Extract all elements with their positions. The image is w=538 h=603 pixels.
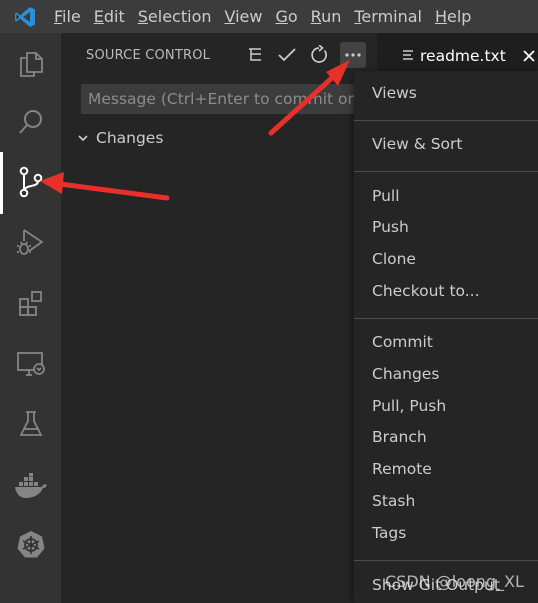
remote-explorer-icon[interactable] [0, 335, 61, 393]
commit-message-input[interactable]: Message (Ctrl+Enter to commit on [81, 84, 377, 114]
menu-separator [354, 120, 538, 121]
menu-separator [354, 560, 538, 561]
chevron-down-icon [78, 135, 88, 142]
kubernetes-icon[interactable] [0, 515, 61, 573]
activity-bar [0, 33, 61, 603]
docker-icon[interactable] [0, 457, 61, 515]
close-icon[interactable] [522, 49, 536, 63]
file-text-icon [403, 49, 413, 60]
menu-go[interactable]: Go [271, 0, 306, 33]
menu-item-push[interactable]: Push [372, 218, 409, 236]
menu-item-commit[interactable]: Commit [372, 333, 433, 351]
menu-separator [354, 171, 538, 172]
menu-item-tags[interactable]: Tags [372, 524, 406, 542]
menu-item-clone[interactable]: Clone [372, 250, 416, 268]
changes-label: Changes [96, 129, 164, 147]
menu-item-pull[interactable]: Pull [372, 187, 400, 205]
tab-label: readme.txt [420, 46, 506, 65]
more-actions-menu: Views View & Sort Pull Push Clone Checko… [354, 71, 538, 603]
menu-item-remote[interactable]: Remote [372, 460, 432, 478]
more-actions-icon[interactable] [340, 42, 366, 68]
menu-item-view-sort[interactable]: View & Sort [372, 135, 463, 153]
source-control-icon[interactable] [0, 153, 61, 211]
vscode-logo-icon [0, 0, 50, 33]
testing-icon[interactable] [0, 395, 61, 453]
commit-check-icon[interactable] [274, 42, 300, 68]
watermark: CSDN @loong_XL [385, 572, 524, 591]
menu-item-branch[interactable]: Branch [372, 428, 427, 446]
menu-item-views[interactable]: Views [372, 84, 417, 102]
view-as-tree-icon[interactable] [242, 42, 268, 68]
explorer-icon[interactable] [0, 35, 61, 93]
source-control-panel: SOURCE CONTROL Message (Ctrl+Enter to co… [61, 33, 377, 603]
refresh-icon[interactable] [306, 42, 332, 68]
menu-item-checkout-to[interactable]: Checkout to... [372, 282, 480, 300]
changes-section-header[interactable]: Changes [76, 127, 163, 149]
menu-item-pull-push[interactable]: Pull, Push [372, 397, 446, 415]
menu-separator [354, 318, 538, 319]
run-debug-icon[interactable] [0, 213, 61, 271]
menu-file[interactable]: File [50, 0, 90, 33]
menu-bar: File Edit Selection View Go Run Terminal… [0, 0, 538, 33]
search-icon[interactable] [0, 93, 61, 151]
menu-edit[interactable]: Edit [90, 0, 134, 33]
menu-run[interactable]: Run [307, 0, 351, 33]
menu-terminal[interactable]: Terminal [350, 0, 431, 33]
menu-item-stash[interactable]: Stash [372, 492, 415, 510]
menu-view[interactable]: View [221, 0, 272, 33]
menu-item-changes[interactable]: Changes [372, 365, 439, 383]
menu-selection[interactable]: Selection [134, 0, 221, 33]
extensions-icon[interactable] [0, 274, 61, 332]
menu-help[interactable]: Help [431, 0, 480, 33]
panel-title: SOURCE CONTROL [86, 48, 211, 63]
